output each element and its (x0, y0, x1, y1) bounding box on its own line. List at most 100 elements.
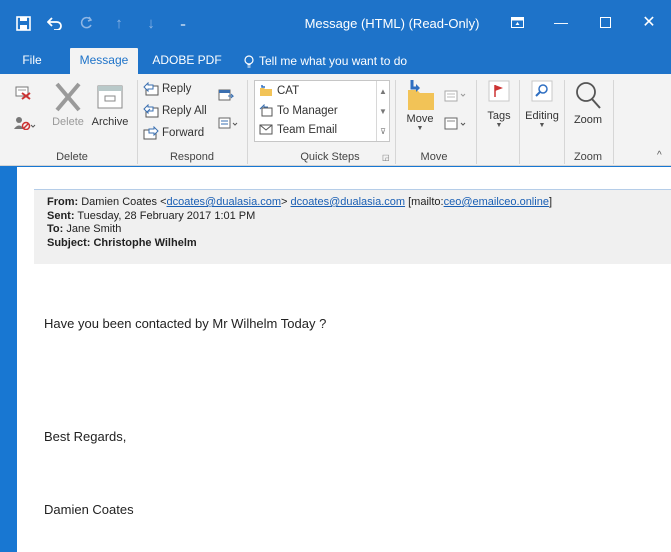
title-bar: ↑ ↓ ₌ Message (HTML) (Read-Only) — ✕ (0, 0, 671, 52)
quick-steps-group-label: Quick Steps (300, 151, 360, 163)
reply-all-icon (143, 104, 159, 118)
undo-icon[interactable] (46, 14, 64, 32)
reply-all-label: Reply All (162, 105, 207, 117)
mailto-link[interactable]: ceo@emailceo.online (444, 196, 549, 208)
reply-button[interactable]: Reply (143, 82, 191, 96)
archive-button[interactable]: Archive (89, 80, 131, 128)
window-title: Message (HTML) (Read-Only) (304, 16, 480, 31)
ribbon-display-options-icon[interactable] (495, 8, 539, 36)
tab-file[interactable]: File (0, 48, 64, 74)
rules-icon[interactable] (444, 88, 468, 102)
quick-access-toolbar: ↑ ↓ ₌ (14, 14, 192, 32)
editing-dropdown-icon: ▼ (538, 122, 546, 129)
lightbulb-icon (244, 54, 254, 68)
next-item-icon[interactable]: ↓ (142, 14, 160, 32)
zoom-label: Zoom (573, 114, 603, 126)
collapse-ribbon-icon[interactable]: ^ (657, 150, 662, 161)
redo-icon[interactable] (78, 14, 96, 32)
more-respond-icon[interactable] (218, 116, 240, 130)
from-line: From: Damien Coates <dcoates@dualasia.co… (47, 196, 671, 210)
quick-steps-scroller[interactable]: ▲ ▼ ⊽ (376, 81, 389, 141)
tags-label: Tags (487, 110, 511, 122)
move-button[interactable]: Move ▼ (402, 78, 438, 132)
separator (247, 80, 248, 164)
quick-step-cat[interactable]: CAT (259, 84, 299, 97)
find-icon (531, 80, 553, 102)
previous-item-icon[interactable]: ↑ (110, 14, 128, 32)
subject-label: Subject: (47, 236, 91, 249)
sent-label: Sent: (47, 209, 75, 222)
meeting-reply-icon[interactable] (218, 88, 234, 102)
from-link-2[interactable]: dcoates@dualasia.com (291, 196, 406, 208)
forward-icon (143, 126, 159, 140)
reply-all-button[interactable]: Reply All (143, 104, 207, 118)
separator (564, 80, 565, 164)
delete-button[interactable]: Delete (50, 80, 86, 128)
forward-mail-icon (259, 104, 273, 117)
tags-dropdown-icon: ▼ (495, 122, 503, 129)
message-body: From: Damien Coates <dcoates@dualasia.co… (17, 167, 671, 552)
tags-button[interactable]: Tags ▼ (482, 80, 516, 129)
separator (137, 80, 138, 164)
ribbon-tabs: File Message ADOBE PDF Tell me what you … (0, 48, 671, 74)
maximize-icon[interactable] (583, 8, 627, 36)
to-label: To: (47, 223, 64, 235)
tab-adobe-pdf[interactable]: ADOBE PDF (146, 48, 228, 74)
separator (519, 80, 520, 164)
sent-line: Sent: Tuesday, 28 February 2017 1:01 PM (47, 210, 671, 224)
save-icon[interactable] (14, 14, 32, 32)
quick-step-team-email[interactable]: Team Email (259, 123, 337, 136)
email-icon (259, 124, 273, 135)
from-name: Damien Coates < (81, 196, 167, 208)
body-line-question: Have you been contacted by Mr Wilhelm To… (44, 316, 327, 331)
customize-toolbar-icon[interactable]: ₌ (174, 14, 192, 32)
forward-button[interactable]: Forward (143, 126, 204, 140)
to-value: Jane Smith (66, 223, 122, 235)
from-link[interactable]: dcoates@dualasia.com (167, 196, 282, 208)
separator (476, 80, 477, 164)
reply-icon (143, 82, 159, 96)
move-dropdown-icon: ▼ (416, 125, 424, 132)
window-controls: — ✕ (495, 8, 671, 36)
scroll-down-icon[interactable]: ▼ (379, 107, 387, 116)
editing-button[interactable]: Editing ▼ (522, 80, 562, 129)
mailto-prefix: [mailto: (408, 196, 444, 208)
quick-step-to-manager[interactable]: To Manager (259, 104, 338, 117)
separator (395, 80, 396, 164)
delete-group-label: Delete (56, 151, 88, 163)
mailto-suffix: ] (548, 196, 552, 208)
minimize-icon[interactable]: — (539, 8, 583, 36)
body-line-signature: Damien Coates (44, 502, 134, 517)
junk-icon[interactable] (14, 116, 36, 130)
ignore-icon[interactable] (14, 84, 32, 100)
tab-message[interactable]: Message (70, 48, 138, 74)
subject-line: Subject: Christophe Wilhelm (47, 237, 671, 251)
archive-icon (97, 85, 123, 109)
dialog-launcher-icon[interactable]: ◲ (382, 153, 390, 162)
quick-step-cat-label: CAT (277, 84, 300, 97)
folder-arrow-icon (260, 85, 272, 96)
separator (613, 80, 614, 164)
archive-label: Archive (91, 116, 129, 128)
actions-icon[interactable] (444, 116, 468, 130)
scroll-up-icon[interactable]: ▲ (379, 87, 387, 96)
zoom-button[interactable]: Zoom (568, 80, 608, 126)
close-icon[interactable]: ✕ (627, 8, 671, 36)
from-gt: > (281, 196, 288, 208)
move-label: Move (406, 113, 434, 125)
quick-steps-gallery: CAT To Manager Team Email ▲ ▼ ⊽ (254, 80, 390, 142)
sent-value: Tuesday, 28 February 2017 1:01 PM (77, 209, 256, 222)
zoom-group-label: Zoom (573, 151, 603, 163)
from-label: From: (47, 196, 79, 208)
to-line: To: Jane Smith (47, 223, 671, 237)
forward-label: Forward (162, 127, 205, 139)
quick-step-to-manager-label: To Manager (277, 104, 338, 117)
more-icon[interactable]: ⊽ (380, 127, 386, 136)
delete-label: Delete (52, 116, 84, 128)
move-group-label: Move (420, 151, 448, 163)
move-icon (408, 80, 434, 110)
quick-step-team-email-label: Team Email (277, 123, 338, 136)
message-header: From: Damien Coates <dcoates@dualasia.co… (34, 189, 671, 264)
tell-me-box[interactable]: Tell me what you want to do (244, 48, 407, 74)
zoom-icon (576, 82, 601, 109)
